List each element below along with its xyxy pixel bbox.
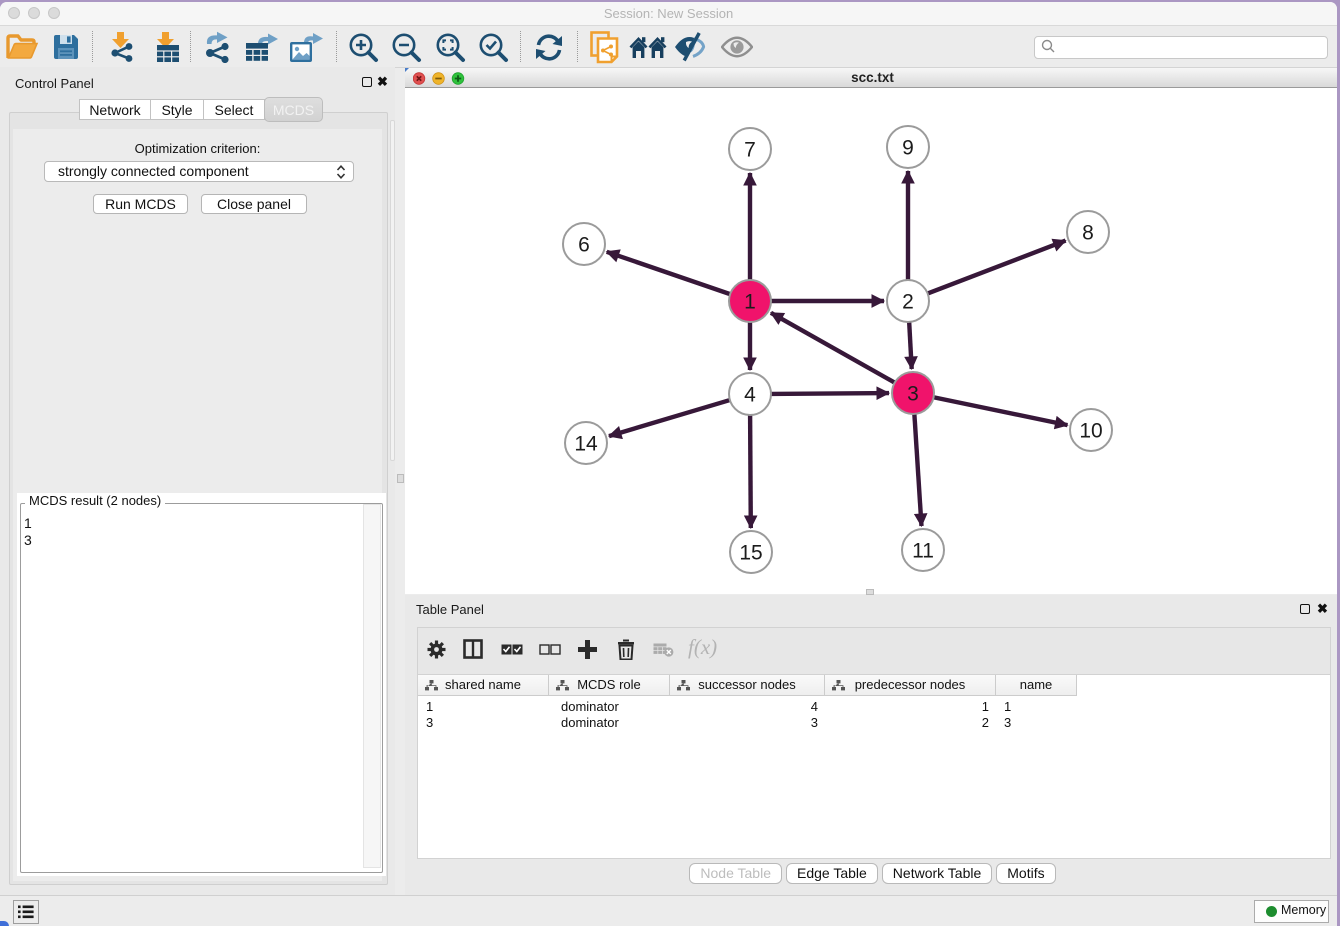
svg-text:14: 14 xyxy=(574,433,598,456)
svg-text:9: 9 xyxy=(902,137,914,160)
svg-text:6: 6 xyxy=(578,234,590,257)
svg-text:8: 8 xyxy=(1082,222,1094,245)
svg-text:2: 2 xyxy=(902,291,914,314)
svg-text:15: 15 xyxy=(739,542,762,565)
svg-text:7: 7 xyxy=(744,139,756,162)
svg-text:11: 11 xyxy=(912,540,934,563)
svg-text:3: 3 xyxy=(907,383,919,406)
svg-text:4: 4 xyxy=(744,384,756,407)
svg-text:1: 1 xyxy=(744,291,756,314)
svg-text:10: 10 xyxy=(1079,420,1102,443)
